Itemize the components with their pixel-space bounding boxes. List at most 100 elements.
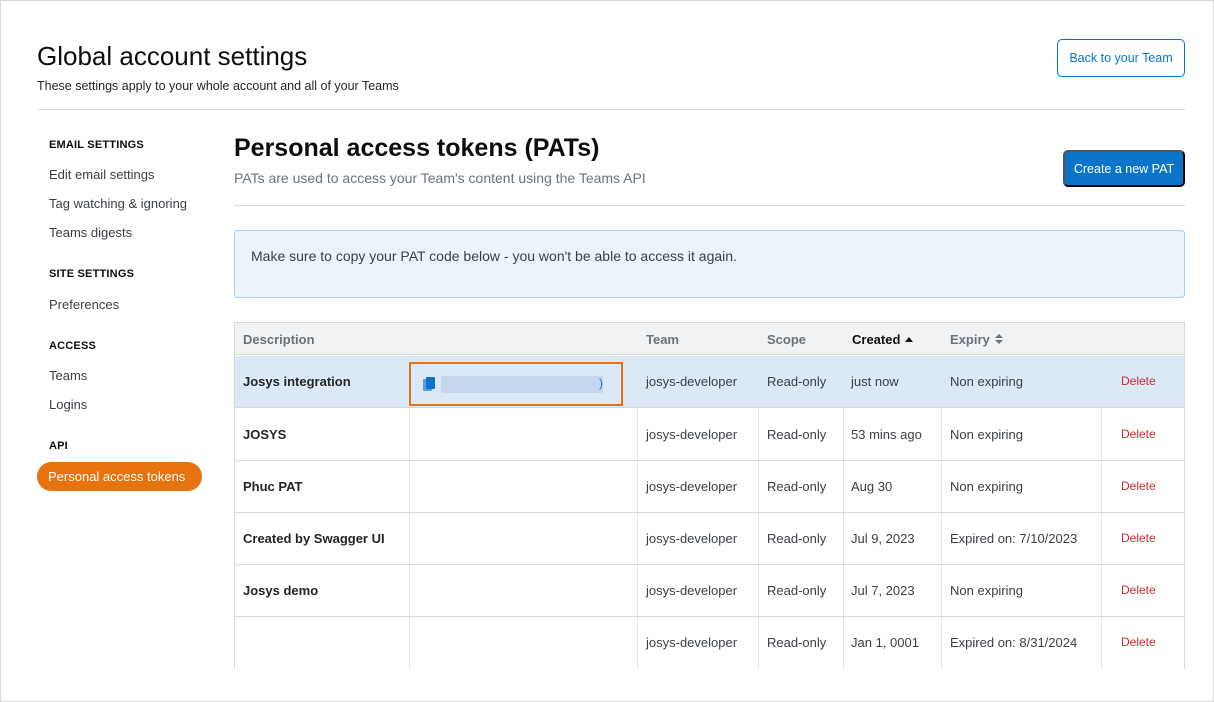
row-team: josys-developer	[646, 531, 738, 546]
sidebar-heading-access: ACCESS	[49, 340, 97, 352]
col-created-label: Created	[852, 332, 901, 347]
row-expiry: Expired on: 8/31/2024	[950, 635, 1078, 650]
column-divider	[843, 409, 844, 460]
column-divider	[637, 409, 638, 460]
column-divider	[637, 617, 638, 669]
column-divider	[941, 409, 942, 460]
column-divider	[758, 356, 759, 407]
row-created: Aug 30	[851, 479, 893, 494]
copy-icon[interactable]	[423, 377, 435, 392]
delete-link[interactable]: Delete	[1121, 635, 1156, 649]
row-created: Jul 9, 2023	[851, 531, 915, 546]
sidebar-item-preferences[interactable]: Preferences	[49, 297, 119, 312]
row-team: josys-developer	[646, 479, 738, 494]
row-team: josys-developer	[646, 427, 738, 442]
row-description: Created by Swagger UI	[243, 531, 385, 546]
token-suffix: )	[599, 376, 603, 390]
sort-both-icon	[994, 333, 1003, 345]
row-scope: Read-only	[767, 583, 827, 598]
section-subtitle: PATs are used to access your Team's cont…	[234, 170, 646, 186]
column-divider	[758, 617, 759, 669]
column-divider	[941, 565, 942, 616]
table-row: Phuc PAT josys-developer Read-only Aug 3…	[235, 461, 1184, 513]
sidebar-heading-site: SITE SETTINGS	[49, 268, 135, 280]
table-row: Created by Swagger UI josys-developer Re…	[235, 513, 1184, 565]
token-value-box: )	[409, 362, 623, 406]
row-expiry: Non expiring	[950, 583, 1023, 598]
row-expiry: Non expiring	[950, 374, 1023, 389]
row-created: Jul 7, 2023	[851, 583, 915, 598]
row-expiry: Expired on: 7/10/2023	[950, 531, 1078, 546]
sidebar-heading-api: API	[49, 440, 68, 452]
row-scope: Read-only	[767, 531, 827, 546]
sidebar-item-teams-digests[interactable]: Teams digests	[49, 225, 132, 240]
table-row: Josys demo josys-developer Read-only Jul…	[235, 565, 1184, 617]
alert-text: Make sure to copy your PAT code below - …	[251, 248, 737, 264]
row-description: Josys demo	[243, 583, 319, 598]
back-to-team-button[interactable]: Back to your Team	[1057, 39, 1185, 77]
column-divider	[409, 461, 410, 512]
col-created[interactable]: Created	[852, 332, 914, 347]
column-divider	[409, 565, 410, 616]
col-scope[interactable]: Scope	[767, 332, 806, 347]
column-divider	[941, 513, 942, 564]
delete-link[interactable]: Delete	[1121, 427, 1156, 441]
column-divider	[758, 565, 759, 616]
sidebar-item-logins[interactable]: Logins	[49, 397, 87, 412]
row-expiry: Non expiring	[950, 479, 1023, 494]
delete-link[interactable]: Delete	[1121, 374, 1156, 388]
pat-table: Description Team Scope Created Expiry Jo…	[234, 322, 1185, 669]
column-divider	[843, 617, 844, 669]
sidebar-item-edit-email[interactable]: Edit email settings	[49, 167, 155, 182]
sidebar-item-tag-watching[interactable]: Tag watching & ignoring	[49, 196, 187, 211]
sort-ascending-icon	[905, 336, 914, 342]
col-description[interactable]: Description	[243, 332, 315, 347]
page-subtitle: These settings apply to your whole accou…	[37, 79, 399, 93]
column-divider	[843, 565, 844, 616]
column-divider	[843, 461, 844, 512]
column-divider	[637, 565, 638, 616]
sidebar-heading-email: EMAIL SETTINGS	[49, 139, 144, 151]
column-divider	[758, 409, 759, 460]
row-created: 53 mins ago	[851, 427, 922, 442]
delete-link[interactable]: Delete	[1121, 531, 1156, 545]
column-divider	[1101, 356, 1102, 407]
table-row: Josys integration ) josys-developer Read…	[235, 356, 1184, 408]
section-divider	[234, 205, 1185, 206]
column-divider	[1101, 409, 1102, 460]
row-created: just now	[851, 374, 899, 389]
row-team: josys-developer	[646, 635, 738, 650]
col-team[interactable]: Team	[646, 332, 679, 347]
row-scope: Read-only	[767, 427, 827, 442]
column-divider	[409, 617, 410, 669]
column-divider	[409, 409, 410, 460]
column-divider	[409, 513, 410, 564]
col-expiry[interactable]: Expiry	[950, 332, 1003, 347]
column-divider	[1101, 461, 1102, 512]
header-divider	[37, 109, 1185, 110]
table-row: josys-developer Read-only Jan 1, 0001 Ex…	[235, 617, 1184, 669]
column-divider	[843, 513, 844, 564]
create-pat-button[interactable]: Create a new PAT	[1063, 150, 1185, 187]
column-divider	[758, 461, 759, 512]
delete-link[interactable]: Delete	[1121, 479, 1156, 493]
col-expiry-label: Expiry	[950, 332, 990, 347]
token-value-field[interactable]	[441, 376, 603, 393]
section-title: Personal access tokens (PATs)	[234, 134, 600, 162]
column-divider	[941, 461, 942, 512]
column-divider	[941, 356, 942, 407]
row-scope: Read-only	[767, 635, 827, 650]
settings-page: Global account settings These settings a…	[0, 0, 1214, 702]
row-team: josys-developer	[646, 583, 738, 598]
column-divider	[637, 356, 638, 407]
copy-warning-alert: Make sure to copy your PAT code below - …	[234, 230, 1185, 298]
row-team: josys-developer	[646, 374, 738, 389]
row-created: Jan 1, 0001	[851, 635, 919, 650]
column-divider	[1101, 617, 1102, 669]
table-row: JOSYS josys-developer Read-only 53 mins …	[235, 409, 1184, 461]
sidebar-item-personal-access-tokens[interactable]: Personal access tokens	[37, 462, 202, 491]
column-divider	[1101, 513, 1102, 564]
row-scope: Read-only	[767, 374, 827, 389]
sidebar-item-teams[interactable]: Teams	[49, 368, 87, 383]
delete-link[interactable]: Delete	[1121, 583, 1156, 597]
